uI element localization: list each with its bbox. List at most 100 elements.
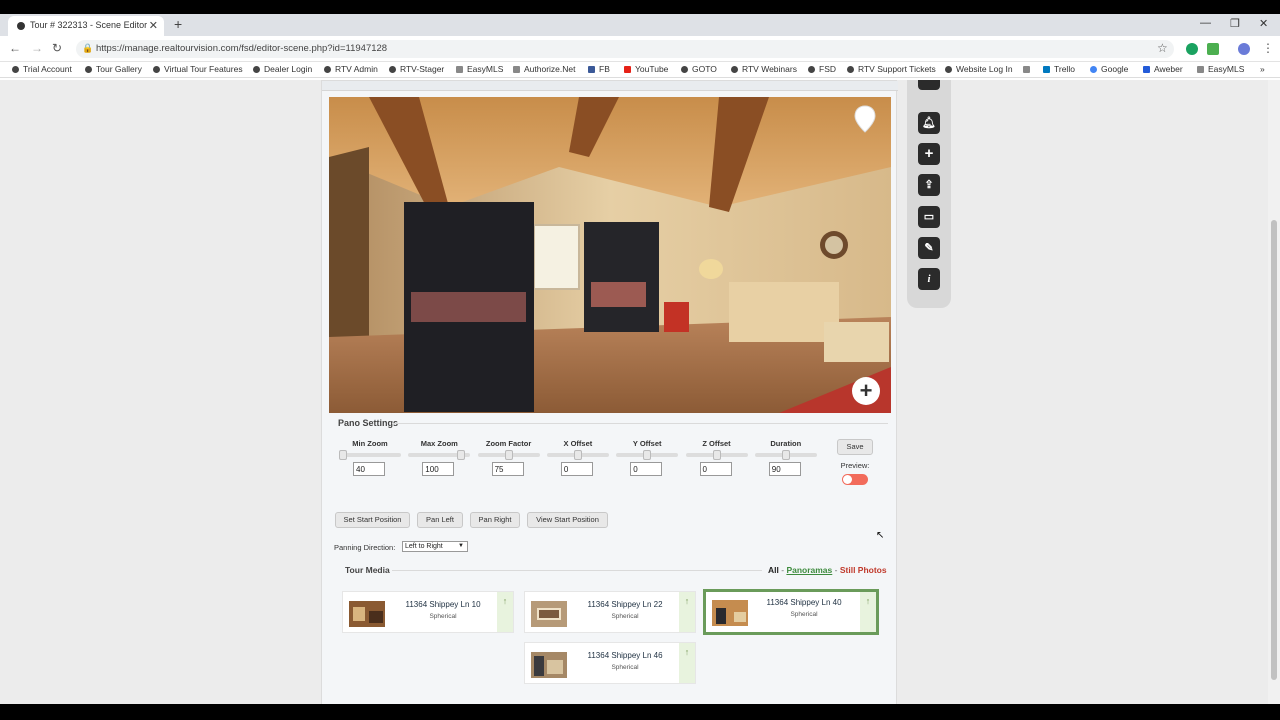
pan-right-button[interactable]: Pan Right <box>470 512 520 528</box>
toolbar-top-icon[interactable] <box>918 80 940 90</box>
view-start-position-button[interactable]: View Start Position <box>527 512 608 528</box>
slider-handle[interactable] <box>781 450 790 460</box>
back-icon[interactable]: ← <box>9 41 21 55</box>
slider-value-input[interactable]: 0 <box>560 462 593 476</box>
slider-track[interactable] <box>477 450 540 460</box>
slider-value-input[interactable]: 0 <box>699 462 732 476</box>
panning-direction-label: Panning Direction: <box>334 543 396 552</box>
forward-icon[interactable]: → <box>31 41 43 55</box>
bookmark-item[interactable]: FB <box>588 64 610 74</box>
slider-handle[interactable] <box>573 450 582 460</box>
bookmark-item[interactable]: Website Log In <box>945 64 1013 74</box>
slider-value-input[interactable]: 100 <box>422 462 455 476</box>
slider-track[interactable] <box>616 450 679 460</box>
tab-bar: Tour # 322313 - Scene Editor ✕ + — ❐ ✕ <box>0 14 1280 36</box>
menu-icon[interactable]: ⋮ <box>1262 41 1274 55</box>
bookmark-item[interactable]: RTV-Stager <box>389 64 444 74</box>
slider-value-input[interactable]: 40 <box>353 462 385 476</box>
edit-icon[interactable]: ✎ <box>918 237 940 259</box>
slider-handle[interactable] <box>457 450 466 460</box>
slider-value-input[interactable]: 75 <box>491 462 524 476</box>
filter-panoramas[interactable]: Panoramas <box>786 565 832 575</box>
bookmark-item[interactable] <box>1023 64 1034 74</box>
bookmark-item[interactable]: EasyMLS <box>1197 64 1244 74</box>
url-field[interactable]: 🔒 https://manage.realtourvision.com/fsd/… <box>76 40 1174 58</box>
bookmark-item[interactable]: Trello <box>1043 64 1075 74</box>
slider-handle[interactable] <box>712 450 721 460</box>
filter-all[interactable]: All <box>768 565 779 575</box>
panning-direction-select[interactable]: Left to Right ▼ <box>402 541 468 552</box>
media-card[interactable]: 11364 Shippey Ln 10 Spherical ↑ <box>342 591 514 633</box>
slider-handle[interactable] <box>339 450 347 460</box>
extension-icon[interactable] <box>1207 43 1219 55</box>
media-card-selected[interactable]: 11364 Shippey Ln 40 Spherical ↑ <box>703 589 879 635</box>
editor-toolbar: 🔔︎ + ⇪ ▭ ✎ i <box>907 80 951 308</box>
divider <box>392 423 888 424</box>
minimize-icon[interactable]: — <box>1200 17 1211 29</box>
media-card[interactable]: 11364 Shippey Ln 46 Spherical ↑ <box>524 642 696 684</box>
slider-handle[interactable] <box>504 450 513 460</box>
map-pin-icon[interactable] <box>854 105 876 133</box>
tour-media-title: Tour Media <box>345 565 390 575</box>
slider-label: Min Zoom <box>352 439 388 448</box>
close-tab-icon[interactable]: ✕ <box>149 19 158 32</box>
bookmark-item[interactable]: YouTube <box>624 64 668 74</box>
slider-handle[interactable] <box>643 450 652 460</box>
move-up-icon[interactable]: ↑ <box>679 643 695 683</box>
slider-track[interactable] <box>339 450 401 460</box>
bell-icon[interactable]: 🔔︎ <box>918 112 940 134</box>
bookmark-item[interactable]: FSD <box>808 64 836 74</box>
bookmarks-overflow-icon[interactable]: » <box>1260 64 1265 74</box>
upload-icon[interactable]: ⇪ <box>918 174 940 196</box>
chevron-down-icon: ▼ <box>458 543 464 549</box>
media-card[interactable]: 11364 Shippey Ln 22 Spherical ↑ <box>524 591 696 633</box>
slider-track[interactable] <box>685 450 748 460</box>
grammarly-icon[interactable] <box>1186 43 1198 55</box>
media-thumbnail <box>349 601 385 627</box>
close-window-icon[interactable]: ✕ <box>1259 17 1268 30</box>
slider-value-input[interactable]: 90 <box>768 462 801 476</box>
new-tab-icon[interactable]: + <box>174 16 182 32</box>
reload-icon[interactable]: ↻ <box>52 41 62 55</box>
add-hotspot-icon[interactable]: + <box>852 377 880 405</box>
slider-label: Duration <box>770 439 802 448</box>
slider-value-input[interactable]: 0 <box>630 462 663 476</box>
bookmark-item[interactable]: Tour Gallery <box>85 64 142 74</box>
media-type: Spherical <box>429 613 457 620</box>
info-icon[interactable]: i <box>918 268 940 290</box>
browser-tab[interactable]: Tour # 322313 - Scene Editor ✕ <box>8 16 164 36</box>
star-icon[interactable]: ☆ <box>1157 41 1168 55</box>
set-start-position-button[interactable]: Set Start Position <box>335 512 410 528</box>
move-up-icon[interactable]: ↑ <box>497 592 513 632</box>
bookmark-item[interactable]: GOTO <box>681 64 717 74</box>
toggle-icon[interactable]: ▭ <box>918 206 940 228</box>
media-name: 11364 Shippey Ln 46 <box>587 651 663 660</box>
filter-still-photos[interactable]: Still Photos <box>840 565 887 575</box>
bookmark-item[interactable]: RTV Support Tickets <box>847 64 936 74</box>
slider-track[interactable] <box>546 450 609 460</box>
preview-toggle[interactable] <box>842 474 868 485</box>
pan-left-button[interactable]: Pan Left <box>417 512 463 528</box>
profile-avatar-icon[interactable] <box>1238 43 1250 55</box>
restore-icon[interactable]: ❐ <box>1230 17 1240 30</box>
bookmark-item[interactable]: RTV Webinars <box>731 64 797 74</box>
add-icon[interactable]: + <box>918 143 940 165</box>
tab-favicon-icon <box>17 22 25 30</box>
move-up-icon[interactable]: ↑ <box>860 592 876 632</box>
slider-track[interactable] <box>408 450 471 460</box>
bookmark-item[interactable]: RTV Admin <box>324 64 378 74</box>
save-button[interactable]: Save <box>837 439 873 455</box>
scrollbar-thumb[interactable] <box>1271 220 1277 680</box>
bookmark-item[interactable]: EasyMLS <box>456 64 503 74</box>
panorama-image <box>329 97 891 413</box>
move-up-icon[interactable]: ↑ <box>679 592 695 632</box>
bookmark-item[interactable]: Aweber <box>1143 64 1183 74</box>
bookmark-item[interactable]: Trial Account <box>12 64 72 74</box>
bookmark-item[interactable]: Virtual Tour Features <box>153 64 243 74</box>
page-scrollbar[interactable] <box>1268 80 1280 704</box>
bookmark-item[interactable]: Authorize.Net <box>513 64 576 74</box>
bookmark-item[interactable]: Dealer Login <box>253 64 312 74</box>
panorama-viewer[interactable]: + <box>329 97 891 413</box>
bookmark-item[interactable]: Google <box>1090 64 1128 74</box>
slider-track[interactable] <box>754 450 817 460</box>
